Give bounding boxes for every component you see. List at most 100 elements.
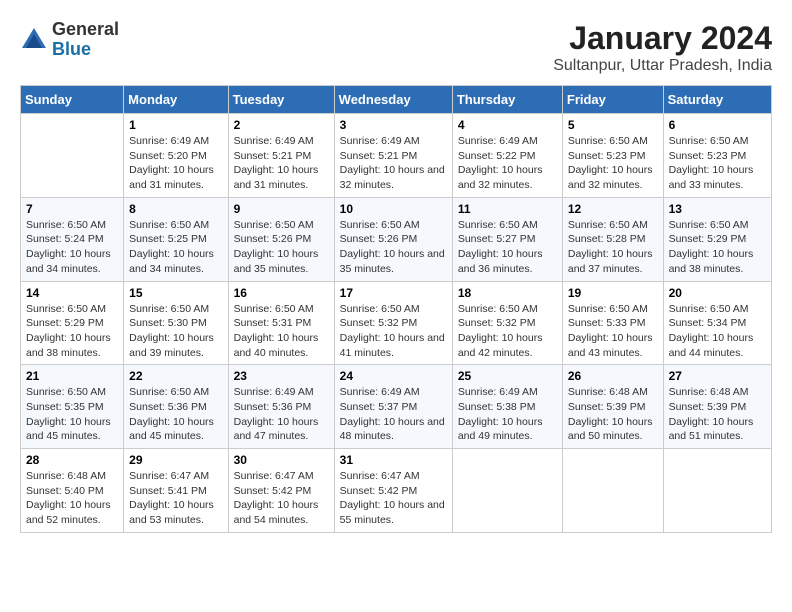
day-info: Sunrise: 6:49 AMSunset: 5:38 PMDaylight:…	[458, 385, 557, 444]
title-block: January 2024 Sultanpur, Uttar Pradesh, I…	[553, 20, 772, 75]
day-info: Sunrise: 6:50 AMSunset: 5:30 PMDaylight:…	[129, 302, 222, 361]
day-number: 26	[568, 369, 658, 383]
calendar-cell: 2 Sunrise: 6:49 AMSunset: 5:21 PMDaylight…	[228, 114, 334, 198]
day-number: 23	[234, 369, 329, 383]
day-info: Sunrise: 6:49 AMSunset: 5:21 PMDaylight:…	[340, 134, 447, 193]
logo-text: General Blue	[52, 20, 119, 60]
logo: General Blue	[20, 20, 119, 60]
header-day-friday: Friday	[562, 86, 663, 114]
calendar-cell: 26 Sunrise: 6:48 AMSunset: 5:39 PMDayligh…	[562, 365, 663, 449]
calendar-cell: 31Sunrise: 6:47 AMSunset: 5:42 PMDayligh…	[334, 449, 452, 533]
calendar-cell	[562, 449, 663, 533]
day-number: 18	[458, 286, 557, 300]
day-number: 22	[129, 369, 222, 383]
calendar-cell: 28Sunrise: 6:48 AMSunset: 5:40 PMDayligh…	[21, 449, 124, 533]
calendar-cell: 7Sunrise: 6:50 AMSunset: 5:24 PMDaylight…	[21, 197, 124, 281]
day-number: 16	[234, 286, 329, 300]
day-number: 8	[129, 202, 222, 216]
calendar-cell: 30Sunrise: 6:47 AMSunset: 5:42 PMDayligh…	[228, 449, 334, 533]
calendar-cell: 17 Sunrise: 6:50 AMSunset: 5:32 PMDayligh…	[334, 281, 452, 365]
day-number: 2	[234, 118, 329, 132]
day-number: 3	[340, 118, 447, 132]
calendar-cell: 25Sunrise: 6:49 AMSunset: 5:38 PMDayligh…	[452, 365, 562, 449]
day-info: Sunrise: 6:49 AMSunset: 5:20 PMDaylight:…	[129, 134, 222, 193]
page-subtitle: Sultanpur, Uttar Pradesh, India	[553, 57, 772, 75]
calendar-cell: 10Sunrise: 6:50 AMSunset: 5:26 PMDayligh…	[334, 197, 452, 281]
week-row-1: 1 Sunrise: 6:49 AMSunset: 5:20 PMDaylight…	[21, 114, 772, 198]
day-info: Sunrise: 6:49 AMSunset: 5:37 PMDaylight:…	[340, 385, 447, 444]
day-number: 14	[26, 286, 118, 300]
calendar-cell: 12 Sunrise: 6:50 AMSunset: 5:28 PMDayligh…	[562, 197, 663, 281]
day-number: 11	[458, 202, 557, 216]
day-info: Sunrise: 6:50 AMSunset: 5:29 PMDaylight:…	[26, 302, 118, 361]
day-info: Sunrise: 6:50 AMSunset: 5:35 PMDaylight:…	[26, 385, 118, 444]
day-info: Sunrise: 6:47 AMSunset: 5:42 PMDaylight:…	[234, 469, 329, 528]
header-day-monday: Monday	[124, 86, 228, 114]
day-info: Sunrise: 6:49 AMSunset: 5:21 PMDaylight:…	[234, 134, 329, 193]
calendar-cell: 15 Sunrise: 6:50 AMSunset: 5:30 PMDayligh…	[124, 281, 228, 365]
day-number: 27	[669, 369, 766, 383]
day-number: 15	[129, 286, 222, 300]
day-info: Sunrise: 6:50 AMSunset: 5:34 PMDaylight:…	[669, 302, 766, 361]
page-header: General Blue January 2024 Sultanpur, Utt…	[20, 20, 772, 75]
calendar-cell: 9Sunrise: 6:50 AMSunset: 5:26 PMDaylight…	[228, 197, 334, 281]
week-row-4: 21 Sunrise: 6:50 AMSunset: 5:35 PMDayligh…	[21, 365, 772, 449]
calendar-table: SundayMondayTuesdayWednesdayThursdayFrid…	[20, 85, 772, 533]
week-row-2: 7Sunrise: 6:50 AMSunset: 5:24 PMDaylight…	[21, 197, 772, 281]
logo-icon	[20, 26, 48, 54]
header-row: SundayMondayTuesdayWednesdayThursdayFrid…	[21, 86, 772, 114]
header-day-wednesday: Wednesday	[334, 86, 452, 114]
header-day-sunday: Sunday	[21, 86, 124, 114]
day-info: Sunrise: 6:50 AMSunset: 5:25 PMDaylight:…	[129, 218, 222, 277]
day-info: Sunrise: 6:50 AMSunset: 5:32 PMDaylight:…	[340, 302, 447, 361]
calendar-cell: 27 Sunrise: 6:48 AMSunset: 5:39 PMDayligh…	[663, 365, 771, 449]
calendar-cell: 19 Sunrise: 6:50 AMSunset: 5:33 PMDayligh…	[562, 281, 663, 365]
day-info: Sunrise: 6:47 AMSunset: 5:41 PMDaylight:…	[129, 469, 222, 528]
calendar-cell: 23 Sunrise: 6:49 AMSunset: 5:36 PMDayligh…	[228, 365, 334, 449]
day-number: 29	[129, 453, 222, 467]
calendar-cell: 14 Sunrise: 6:50 AMSunset: 5:29 PMDayligh…	[21, 281, 124, 365]
calendar-cell: 6 Sunrise: 6:50 AMSunset: 5:23 PMDaylight…	[663, 114, 771, 198]
day-info: Sunrise: 6:49 AMSunset: 5:36 PMDaylight:…	[234, 385, 329, 444]
day-number: 13	[669, 202, 766, 216]
day-number: 12	[568, 202, 658, 216]
day-info: Sunrise: 6:50 AMSunset: 5:24 PMDaylight:…	[26, 218, 118, 277]
logo-general: General	[52, 19, 119, 39]
day-number: 19	[568, 286, 658, 300]
week-row-3: 14 Sunrise: 6:50 AMSunset: 5:29 PMDayligh…	[21, 281, 772, 365]
calendar-cell: 5 Sunrise: 6:50 AMSunset: 5:23 PMDaylight…	[562, 114, 663, 198]
day-number: 9	[234, 202, 329, 216]
day-number: 5	[568, 118, 658, 132]
day-info: Sunrise: 6:50 AMSunset: 5:27 PMDaylight:…	[458, 218, 557, 277]
header-day-saturday: Saturday	[663, 86, 771, 114]
calendar-cell	[452, 449, 562, 533]
day-info: Sunrise: 6:50 AMSunset: 5:26 PMDaylight:…	[340, 218, 447, 277]
day-number: 1	[129, 118, 222, 132]
day-info: Sunrise: 6:50 AMSunset: 5:31 PMDaylight:…	[234, 302, 329, 361]
day-info: Sunrise: 6:50 AMSunset: 5:32 PMDaylight:…	[458, 302, 557, 361]
day-number: 28	[26, 453, 118, 467]
calendar-cell: 1 Sunrise: 6:49 AMSunset: 5:20 PMDaylight…	[124, 114, 228, 198]
calendar-cell: 29 Sunrise: 6:47 AMSunset: 5:41 PMDayligh…	[124, 449, 228, 533]
week-row-5: 28Sunrise: 6:48 AMSunset: 5:40 PMDayligh…	[21, 449, 772, 533]
day-info: Sunrise: 6:50 AMSunset: 5:28 PMDaylight:…	[568, 218, 658, 277]
day-number: 21	[26, 369, 118, 383]
day-number: 4	[458, 118, 557, 132]
day-info: Sunrise: 6:50 AMSunset: 5:23 PMDaylight:…	[568, 134, 658, 193]
day-info: Sunrise: 6:49 AMSunset: 5:22 PMDaylight:…	[458, 134, 557, 193]
calendar-cell	[21, 114, 124, 198]
calendar-cell: 4 Sunrise: 6:49 AMSunset: 5:22 PMDaylight…	[452, 114, 562, 198]
day-info: Sunrise: 6:50 AMSunset: 5:33 PMDaylight:…	[568, 302, 658, 361]
day-number: 20	[669, 286, 766, 300]
day-info: Sunrise: 6:50 AMSunset: 5:23 PMDaylight:…	[669, 134, 766, 193]
day-number: 17	[340, 286, 447, 300]
calendar-cell: 22Sunrise: 6:50 AMSunset: 5:36 PMDayligh…	[124, 365, 228, 449]
calendar-cell: 18 Sunrise: 6:50 AMSunset: 5:32 PMDayligh…	[452, 281, 562, 365]
day-info: Sunrise: 6:48 AMSunset: 5:39 PMDaylight:…	[568, 385, 658, 444]
day-info: Sunrise: 6:47 AMSunset: 5:42 PMDaylight:…	[340, 469, 447, 528]
calendar-cell: 13Sunrise: 6:50 AMSunset: 5:29 PMDayligh…	[663, 197, 771, 281]
calendar-cell: 20 Sunrise: 6:50 AMSunset: 5:34 PMDayligh…	[663, 281, 771, 365]
calendar-cell: 3 Sunrise: 6:49 AMSunset: 5:21 PMDaylight…	[334, 114, 452, 198]
day-info: Sunrise: 6:48 AMSunset: 5:39 PMDaylight:…	[669, 385, 766, 444]
day-number: 6	[669, 118, 766, 132]
